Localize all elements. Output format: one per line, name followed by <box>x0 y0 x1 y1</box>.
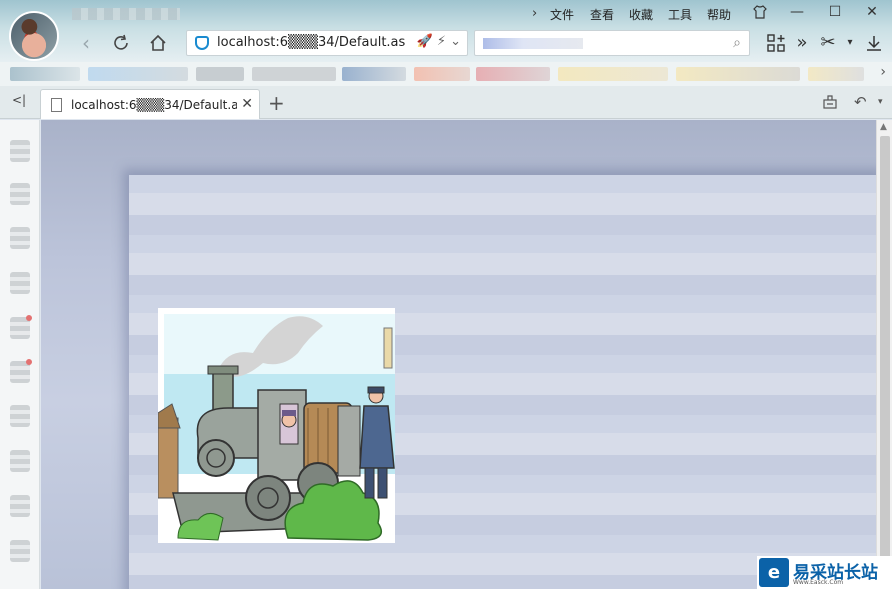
sidebar-item[interactable] <box>10 315 32 339</box>
address-url[interactable]: localhost:6▒▒▒34/Default.as <box>217 35 405 50</box>
bookmark-item[interactable] <box>414 67 470 81</box>
clean-icon[interactable] <box>822 93 838 113</box>
tab-active[interactable]: localhost:6▒▒▒34/Default.asp ✕ <box>40 89 260 119</box>
sidebar-item[interactable] <box>10 495 30 517</box>
refresh-icon[interactable] <box>108 30 134 56</box>
watermark-subtitle: Www.Easck.Com <box>793 579 844 586</box>
menu-expand-arrow-icon[interactable]: › <box>532 6 537 21</box>
sidebar-item[interactable] <box>10 227 30 249</box>
bookmark-item[interactable] <box>476 67 550 81</box>
bookmark-more-icon[interactable]: › <box>880 64 886 80</box>
search-box[interactable]: ⌕ <box>474 30 750 56</box>
back-icon[interactable]: ‹ <box>73 30 99 56</box>
browser-titlebar: › 文件 查看 收藏 工具 帮助 — ☐ ✕ ‹ localhost:6▒▒▒3… <box>0 0 892 62</box>
sidebar-item[interactable] <box>10 272 30 294</box>
menu-view[interactable]: 查看 <box>590 6 614 23</box>
bookmark-item[interactable] <box>10 67 80 81</box>
more-icon[interactable]: » <box>790 30 814 56</box>
new-tab-icon[interactable]: + <box>268 91 285 115</box>
bookmark-bar: › <box>0 62 892 86</box>
scissors-dropdown-icon[interactable]: ▾ <box>838 30 862 56</box>
user-avatar[interactable] <box>9 11 59 61</box>
minimize-icon[interactable]: — <box>787 4 807 24</box>
menu-file[interactable]: 文件 <box>550 6 574 23</box>
security-shield-icon[interactable] <box>195 36 209 50</box>
menu-favorites[interactable]: 收藏 <box>629 6 653 23</box>
bookmark-item[interactable] <box>558 67 668 81</box>
notification-dot <box>26 359 32 365</box>
bookmark-item[interactable] <box>88 67 188 81</box>
address-bar[interactable]: localhost:6▒▒▒34/Default.as 🚀 ⚡ ⌄ <box>186 30 468 56</box>
menu-help[interactable]: 帮助 <box>707 6 731 23</box>
page-icon <box>51 98 62 112</box>
bookmark-item[interactable] <box>676 67 800 81</box>
sidebar-item[interactable] <box>10 540 30 562</box>
bookmark-item[interactable] <box>196 67 244 81</box>
rocket-icon[interactable]: 🚀 <box>416 34 432 49</box>
scissors-icon[interactable]: ✂ <box>816 30 840 56</box>
sidebar-item[interactable] <box>10 405 30 427</box>
home-icon[interactable] <box>145 30 171 56</box>
scroll-thumb[interactable] <box>880 136 890 576</box>
page-viewport <box>41 120 876 589</box>
search-icon[interactable]: ⌕ <box>733 35 741 51</box>
left-sidebar <box>0 120 40 589</box>
lightning-icon[interactable]: ⚡ <box>437 34 446 49</box>
tab-close-icon[interactable]: ✕ <box>241 96 253 112</box>
address-dropdown-icon[interactable]: ⌄ <box>450 34 461 49</box>
site-watermark: e 易采站长站 Www.Easck.Com <box>757 556 892 589</box>
vertical-scrollbar[interactable]: ▲ <box>876 120 892 589</box>
maximize-icon[interactable]: ☐ <box>825 4 845 24</box>
bookmark-item[interactable] <box>342 67 406 81</box>
tab-title[interactable]: localhost:6▒▒▒34/Default.asp <box>71 98 237 112</box>
bookmark-item[interactable] <box>252 67 336 81</box>
sidebar-item[interactable] <box>10 450 30 472</box>
bookmark-item[interactable] <box>808 67 864 81</box>
sidebar-toggle-icon[interactable]: <| <box>8 93 30 107</box>
search-engine-blurred <box>483 38 583 49</box>
train-cartoon-image <box>158 308 395 543</box>
sidebar-item[interactable] <box>10 140 30 162</box>
tab-strip: <| localhost:6▒▒▒34/Default.asp ✕ + ↶ ▾ <box>0 86 892 119</box>
sidebar-item[interactable] <box>10 359 32 383</box>
undo-dropdown-icon[interactable]: ▾ <box>878 97 883 107</box>
menu-tools[interactable]: 工具 <box>668 6 692 23</box>
download-icon[interactable] <box>862 30 886 56</box>
notification-dot <box>26 315 32 321</box>
scroll-up-arrow-icon[interactable]: ▲ <box>880 122 887 132</box>
close-window-icon[interactable]: ✕ <box>862 4 882 24</box>
username-blurred <box>72 8 180 20</box>
sidebar-item[interactable] <box>10 183 30 205</box>
undo-icon[interactable]: ↶ <box>854 93 867 111</box>
skin-shirt-icon[interactable] <box>750 4 770 24</box>
apps-icon[interactable] <box>764 30 788 56</box>
watermark-logo-icon: e <box>759 558 789 587</box>
